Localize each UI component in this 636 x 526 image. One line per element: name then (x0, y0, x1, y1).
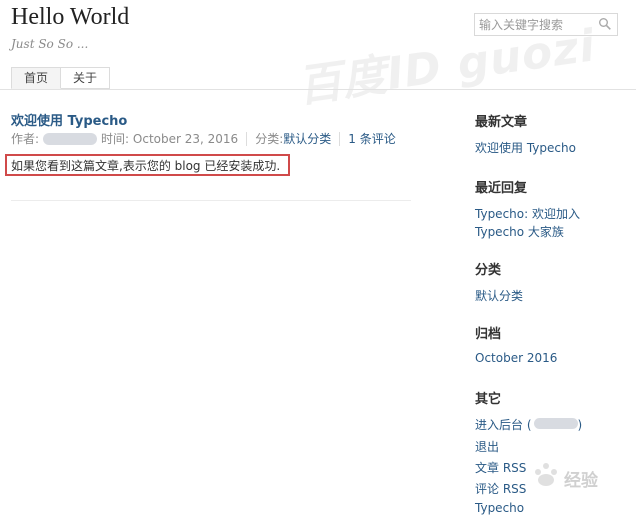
post-category-link[interactable]: 默认分类 (283, 130, 331, 147)
widget-title-recent-comments: 最近回复 (475, 181, 528, 196)
archive-link[interactable]: October 2016 (475, 351, 557, 365)
post-category-label: 分类: (255, 132, 284, 146)
widget-title-archives: 归档 (475, 327, 502, 342)
logo-watermark-text: 经验 (564, 470, 599, 491)
comments-rss-link[interactable]: 评论 RSS (475, 480, 526, 497)
widget-title-categories: 分类 (475, 263, 502, 278)
site-description: Just So So ... (11, 37, 89, 51)
baidu-jingyan-logo: 经验 (535, 463, 599, 491)
meta-separator (339, 131, 341, 146)
post-author-label: 作者: (11, 132, 40, 146)
recent-comment-link-line1[interactable]: Typecho: 欢迎加入 (475, 205, 580, 222)
site-title[interactable]: Hello World (11, 4, 129, 31)
search-icon[interactable] (598, 17, 612, 31)
main-nav: 首页 关于 (11, 67, 111, 89)
post-time: 时间: October 23, 2016 (101, 132, 239, 146)
search-input[interactable] (475, 14, 593, 35)
search-box[interactable] (474, 13, 618, 36)
meta-separator (246, 131, 248, 146)
nav-item-about[interactable]: 关于 (61, 67, 111, 89)
widget-title-other: 其它 (475, 392, 502, 407)
logout-link[interactable]: 退出 (475, 438, 499, 455)
nav-item-home[interactable]: 首页 (11, 67, 62, 89)
recent-post-link[interactable]: 欢迎使用 Typecho (475, 139, 576, 156)
typecho-link[interactable]: Typecho (475, 501, 524, 515)
post-divider (11, 200, 411, 201)
post-title[interactable]: 欢迎使用 Typecho (11, 110, 127, 129)
admin-link-label: 进入后台 ( (475, 418, 532, 432)
category-link[interactable]: 默认分类 (475, 287, 523, 304)
admin-link[interactable]: 进入后台 () (475, 416, 582, 433)
nav-divider (0, 89, 636, 90)
post-comments-link[interactable]: 1 条评论 (348, 130, 395, 147)
post-meta: 作者: 时间: October 23, 2016 分类: 默认分类 1 条评论 (11, 130, 396, 147)
recent-comment-link-line2[interactable]: Typecho 大家族 (475, 223, 564, 240)
admin-link-close: ) (577, 418, 583, 432)
post-author-redacted[interactable] (43, 132, 98, 145)
post-content-highlighted: 如果您看到这篇文章,表示您的 blog 已经安装成功. (5, 154, 290, 176)
admin-username-redacted (533, 418, 578, 429)
posts-rss-link[interactable]: 文章 RSS (475, 459, 526, 476)
widget-title-recent-posts: 最新文章 (475, 115, 528, 130)
